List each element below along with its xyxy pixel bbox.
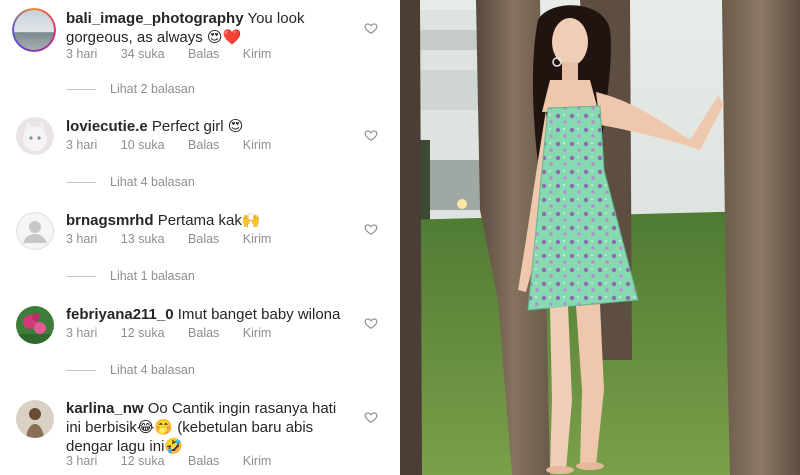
avatar[interactable]	[16, 400, 54, 438]
send-button[interactable]: Kirim	[243, 138, 271, 152]
view-replies-label[interactable]: Lihat 2 balasan	[110, 82, 195, 96]
comment-meta: 3 hari 13 suka Balas Kirim	[66, 232, 291, 246]
replies-divider	[66, 276, 96, 278]
comment-likes[interactable]: 13 suka	[121, 232, 165, 246]
send-button[interactable]: Kirim	[243, 326, 271, 340]
send-button[interactable]: Kirim	[243, 47, 271, 61]
comment-username[interactable]: bali_image_photography	[66, 10, 244, 27]
comment-time: 3 hari	[66, 454, 98, 468]
comment-time: 3 hari	[66, 47, 98, 61]
comment-body: Perfect girl 😍	[151, 118, 244, 135]
comment-text-block: karlina_nw Oo Cantik ingin rasanya hati …	[66, 399, 346, 456]
comment-text-block: loviecutie.e Perfect girl 😍	[66, 117, 356, 136]
view-replies-link[interactable]: Lihat 1 balasan	[66, 269, 195, 283]
heart-outline-icon[interactable]	[364, 128, 378, 142]
comment-text-block: febriyana211_0 Imut banget baby wilona	[66, 305, 356, 324]
heart-outline-icon[interactable]	[364, 316, 378, 330]
comment-username[interactable]: febriyana211_0	[66, 306, 174, 323]
view-replies-link[interactable]: Lihat 4 balasan	[66, 175, 195, 189]
comment-likes[interactable]: 12 suka	[121, 326, 165, 340]
heart-outline-icon[interactable]	[364, 410, 378, 424]
comment-username[interactable]: karlina_nw	[66, 400, 144, 417]
photo-illustration	[400, 0, 800, 475]
comment-text-block: bali_image_photography You look gorgeous…	[66, 9, 356, 47]
avatar[interactable]	[16, 306, 54, 344]
replies-divider	[66, 89, 96, 91]
comment-likes[interactable]: 10 suka	[121, 138, 165, 152]
reply-button[interactable]: Balas	[188, 232, 219, 246]
heart-outline-icon[interactable]	[364, 222, 378, 236]
comment-username[interactable]: loviecutie.e	[66, 118, 148, 135]
post-photo	[400, 0, 800, 475]
view-replies-link[interactable]: Lihat 4 balasan	[66, 363, 195, 377]
comments-panel: bali_image_photography You look gorgeous…	[0, 0, 400, 475]
comment-time: 3 hari	[66, 138, 98, 152]
comment-username[interactable]: brnagsmrhd	[66, 212, 154, 229]
avatar[interactable]	[12, 8, 56, 52]
reply-button[interactable]: Balas	[188, 326, 219, 340]
send-button[interactable]: Kirim	[243, 232, 271, 246]
comment-time: 3 hari	[66, 326, 98, 340]
comment-text-block: brnagsmrhd Pertama kak🙌	[66, 211, 356, 230]
view-replies-label[interactable]: Lihat 4 balasan	[110, 175, 195, 189]
comment-meta: 3 hari 12 suka Balas Kirim	[66, 326, 291, 340]
view-replies-label[interactable]: Lihat 4 balasan	[110, 363, 195, 377]
comment-body: Pertama kak🙌	[157, 212, 261, 229]
reply-button[interactable]: Balas	[188, 454, 219, 468]
comment-likes[interactable]: 12 suka	[121, 454, 165, 468]
comment-likes[interactable]: 34 suka	[121, 47, 165, 61]
person-silhouette-icon[interactable]	[16, 212, 54, 250]
reply-button[interactable]: Balas	[188, 47, 219, 61]
comment-meta: 3 hari 12 suka Balas Kirim	[66, 454, 291, 468]
send-button[interactable]: Kirim	[243, 454, 271, 468]
replies-divider	[66, 370, 96, 372]
avatar[interactable]	[16, 117, 54, 155]
comment-meta: 3 hari 34 suka Balas Kirim	[66, 47, 291, 61]
view-replies-link[interactable]: Lihat 2 balasan	[66, 82, 195, 96]
replies-divider	[66, 182, 96, 184]
comment-meta: 3 hari 10 suka Balas Kirim	[66, 138, 291, 152]
comment-time: 3 hari	[66, 232, 98, 246]
comment-body: Imut banget baby wilona	[177, 306, 341, 323]
heart-outline-icon[interactable]	[364, 21, 378, 35]
view-replies-label[interactable]: Lihat 1 balasan	[110, 269, 195, 283]
reply-button[interactable]: Balas	[188, 138, 219, 152]
